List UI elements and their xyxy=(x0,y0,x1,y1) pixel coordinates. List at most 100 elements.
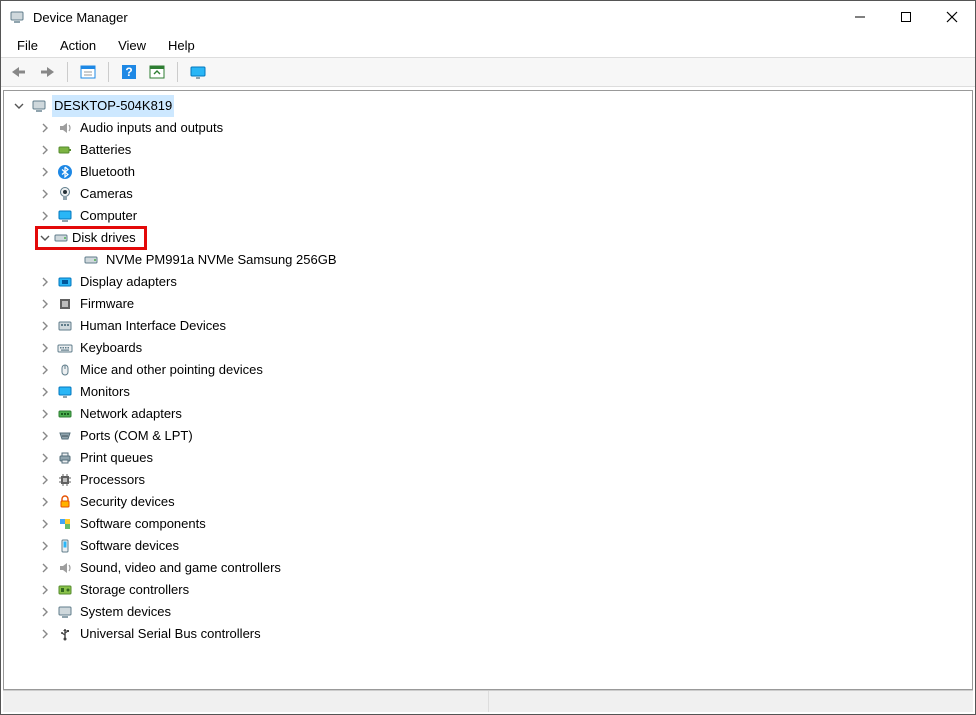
close-button[interactable] xyxy=(929,2,975,32)
tree-item-label: Firmware xyxy=(78,293,136,315)
chevron-down-icon[interactable] xyxy=(12,101,26,111)
tree-item-mice[interactable]: Mice and other pointing devices xyxy=(4,359,972,381)
tree-item-batteries[interactable]: Batteries xyxy=(4,139,972,161)
monitor-icon xyxy=(56,383,74,401)
chevron-right-icon[interactable] xyxy=(38,365,52,375)
tree-item-disk-nvme[interactable]: NVMe PM991a NVMe Samsung 256GB xyxy=(4,249,972,271)
tree-item-network[interactable]: Network adapters xyxy=(4,403,972,425)
titlebar: Device Manager xyxy=(1,1,975,33)
tree-item-audio[interactable]: Audio inputs and outputs xyxy=(4,117,972,139)
system-device-icon xyxy=(56,603,74,621)
app-icon xyxy=(9,9,25,25)
chevron-right-icon[interactable] xyxy=(38,541,52,551)
chevron-down-icon[interactable] xyxy=(38,233,52,243)
tree-item-swdevices[interactable]: Software devices xyxy=(4,535,972,557)
processor-icon xyxy=(56,471,74,489)
tree-item-ports[interactable]: Ports (COM & LPT) xyxy=(4,425,972,447)
tree-item-storage[interactable]: Storage controllers xyxy=(4,579,972,601)
tree-item-firmware[interactable]: Firmware xyxy=(4,293,972,315)
status-cell xyxy=(489,691,974,712)
menu-file[interactable]: File xyxy=(7,36,48,55)
chevron-right-icon[interactable] xyxy=(38,145,52,155)
software-component-icon xyxy=(56,515,74,533)
tree-item-keyboards[interactable]: Keyboards xyxy=(4,337,972,359)
tree-item-cameras[interactable]: Cameras xyxy=(4,183,972,205)
chevron-right-icon[interactable] xyxy=(38,123,52,133)
chevron-right-icon[interactable] xyxy=(38,189,52,199)
hid-icon xyxy=(56,317,74,335)
tree-item-processors[interactable]: Processors xyxy=(4,469,972,491)
tree-item-label: NVMe PM991a NVMe Samsung 256GB xyxy=(104,249,339,271)
chevron-right-icon[interactable] xyxy=(38,453,52,463)
audio-icon xyxy=(56,119,74,137)
tree-item-label: Disk drives xyxy=(70,227,138,249)
tree-item-label: Display adapters xyxy=(78,271,179,293)
usb-icon xyxy=(56,625,74,643)
tree-item-label: Universal Serial Bus controllers xyxy=(78,623,263,645)
chevron-right-icon[interactable] xyxy=(38,343,52,353)
chevron-right-icon[interactable] xyxy=(38,607,52,617)
chevron-right-icon[interactable] xyxy=(38,409,52,419)
menu-action[interactable]: Action xyxy=(50,36,106,55)
device-tree[interactable]: DESKTOP-504K819 Audio inputs and outputs… xyxy=(3,90,973,690)
tree-item-label: Batteries xyxy=(78,139,133,161)
tree-item-label: Cameras xyxy=(78,183,135,205)
tree-item-label: Security devices xyxy=(78,491,177,513)
tree-item-security[interactable]: Security devices xyxy=(4,491,972,513)
storage-controller-icon xyxy=(56,581,74,599)
chevron-right-icon[interactable] xyxy=(38,211,52,221)
tree-item-monitors[interactable]: Monitors xyxy=(4,381,972,403)
network-icon xyxy=(56,405,74,423)
tree-item-sound[interactable]: Sound, video and game controllers xyxy=(4,557,972,579)
tree-item-disk-drives[interactable]: Disk drives xyxy=(4,227,972,249)
content-area: DESKTOP-504K819 Audio inputs and outputs… xyxy=(1,87,975,714)
properties-button[interactable] xyxy=(76,60,100,84)
chevron-right-icon[interactable] xyxy=(38,299,52,309)
chevron-right-icon[interactable] xyxy=(38,563,52,573)
maximize-button[interactable] xyxy=(883,2,929,32)
chevron-right-icon[interactable] xyxy=(38,387,52,397)
computer-icon xyxy=(30,97,48,115)
chevron-right-icon[interactable] xyxy=(38,321,52,331)
tree-item-printqueues[interactable]: Print queues xyxy=(4,447,972,469)
chevron-right-icon[interactable] xyxy=(38,431,52,441)
statusbar xyxy=(3,690,973,712)
display-adapter-icon xyxy=(56,273,74,291)
tree-item-display[interactable]: Display adapters xyxy=(4,271,972,293)
toolbar-separator xyxy=(108,62,109,82)
back-button[interactable] xyxy=(7,60,31,84)
show-monitor-button[interactable] xyxy=(186,60,210,84)
tree-item-hid[interactable]: Human Interface Devices xyxy=(4,315,972,337)
tree-item-bluetooth[interactable]: Bluetooth xyxy=(4,161,972,183)
chevron-right-icon[interactable] xyxy=(38,519,52,529)
minimize-button[interactable] xyxy=(837,2,883,32)
tree-item-system[interactable]: System devices xyxy=(4,601,972,623)
device-manager-window: Device Manager File Action View Help xyxy=(0,0,976,715)
tree-item-label: Sound, video and game controllers xyxy=(78,557,283,579)
port-icon xyxy=(56,427,74,445)
disk-drive-icon xyxy=(82,251,100,269)
chevron-right-icon[interactable] xyxy=(38,277,52,287)
chevron-right-icon[interactable] xyxy=(38,167,52,177)
tree-root[interactable]: DESKTOP-504K819 xyxy=(4,95,972,117)
chevron-right-icon[interactable] xyxy=(38,497,52,507)
chevron-right-icon[interactable] xyxy=(38,629,52,639)
scan-hardware-button[interactable] xyxy=(145,60,169,84)
chevron-right-icon[interactable] xyxy=(38,585,52,595)
help-button[interactable]: ? xyxy=(117,60,141,84)
chevron-right-icon[interactable] xyxy=(38,475,52,485)
menu-help[interactable]: Help xyxy=(158,36,205,55)
forward-button[interactable] xyxy=(35,60,59,84)
tree-item-label: Mice and other pointing devices xyxy=(78,359,265,381)
keyboard-icon xyxy=(56,339,74,357)
battery-icon xyxy=(56,141,74,159)
tree-item-label: Monitors xyxy=(78,381,132,403)
tree-item-label: Software devices xyxy=(78,535,181,557)
menubar: File Action View Help xyxy=(1,33,975,57)
tree-item-usb[interactable]: Universal Serial Bus controllers xyxy=(4,623,972,645)
tree-item-computer[interactable]: Computer xyxy=(4,205,972,227)
toolbar-separator xyxy=(67,62,68,82)
tree-item-label: Print queues xyxy=(78,447,155,469)
tree-item-swcomponents[interactable]: Software components xyxy=(4,513,972,535)
menu-view[interactable]: View xyxy=(108,36,156,55)
